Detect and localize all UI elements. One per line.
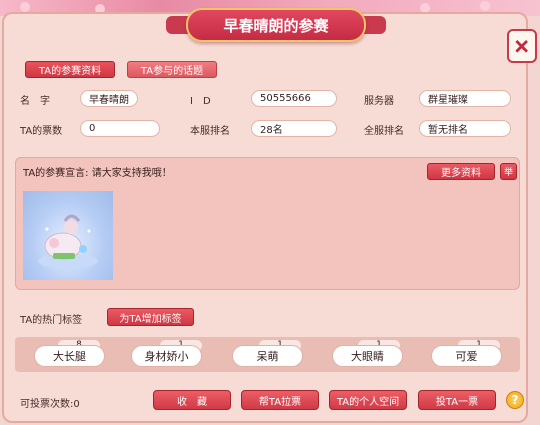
id-label: I D bbox=[190, 96, 211, 107]
tag-item[interactable]: 可爱 bbox=[431, 345, 502, 367]
page-title: 早春晴朗的参赛 bbox=[186, 8, 366, 42]
declaration-text: TA的参赛宣言: 请大家支持我哦！ bbox=[23, 168, 172, 179]
avatar[interactable] bbox=[23, 191, 113, 280]
tag-item[interactable]: 大长腿 bbox=[34, 345, 105, 367]
blossom-decoration bbox=[480, 1, 490, 11]
server-label: 服务器 bbox=[364, 96, 394, 107]
server-field: 群星璀璨 bbox=[419, 90, 511, 107]
add-tag-button[interactable]: 为TA增加标签 bbox=[107, 308, 194, 326]
tag-item[interactable]: 呆萌 bbox=[232, 345, 303, 367]
vote-button[interactable]: 投TA一票 bbox=[418, 390, 496, 410]
help-icon[interactable]: ? bbox=[506, 391, 524, 409]
close-button[interactable]: + bbox=[504, 28, 540, 64]
hot-tags-label: TA的热门标签 bbox=[20, 315, 83, 326]
server-rank-field: 28名 bbox=[251, 120, 337, 137]
name-field: 早春晴朗 bbox=[80, 90, 138, 107]
id-field: 50555666 bbox=[251, 90, 337, 107]
canvass-button[interactable]: 帮TA拉票 bbox=[241, 390, 319, 410]
close-icon: + bbox=[504, 28, 540, 64]
vote-count-text: 可投票次数:0 bbox=[20, 399, 80, 410]
avatar-character-icon bbox=[38, 214, 98, 269]
tag-item[interactable]: 大眼睛 bbox=[332, 345, 403, 367]
blossom-decoration bbox=[20, 2, 30, 12]
server-rank-label: 本服排名 bbox=[190, 126, 230, 137]
all-rank-label: 全服排名 bbox=[364, 126, 404, 137]
tab-topics[interactable]: TA参与的话题 bbox=[127, 61, 217, 78]
more-info-button[interactable]: 更多资料 bbox=[427, 163, 495, 180]
favorite-button[interactable]: 收 藏 bbox=[153, 390, 231, 410]
report-button[interactable]: 举 bbox=[500, 163, 517, 180]
tab-contest-profile[interactable]: TA的参赛资料 bbox=[25, 61, 115, 78]
votes-label: TA的票数 bbox=[20, 126, 63, 137]
all-rank-field: 暂无排名 bbox=[419, 120, 511, 137]
personal-space-button[interactable]: TA的个人空间 bbox=[329, 390, 407, 410]
name-label: 名 字 bbox=[20, 96, 50, 107]
declaration-box: TA的参赛宣言: 请大家支持我哦！ 更多资料 举 bbox=[15, 157, 520, 290]
tag-item[interactable]: 身材娇小 bbox=[131, 345, 202, 367]
votes-field: 0 bbox=[80, 120, 160, 137]
